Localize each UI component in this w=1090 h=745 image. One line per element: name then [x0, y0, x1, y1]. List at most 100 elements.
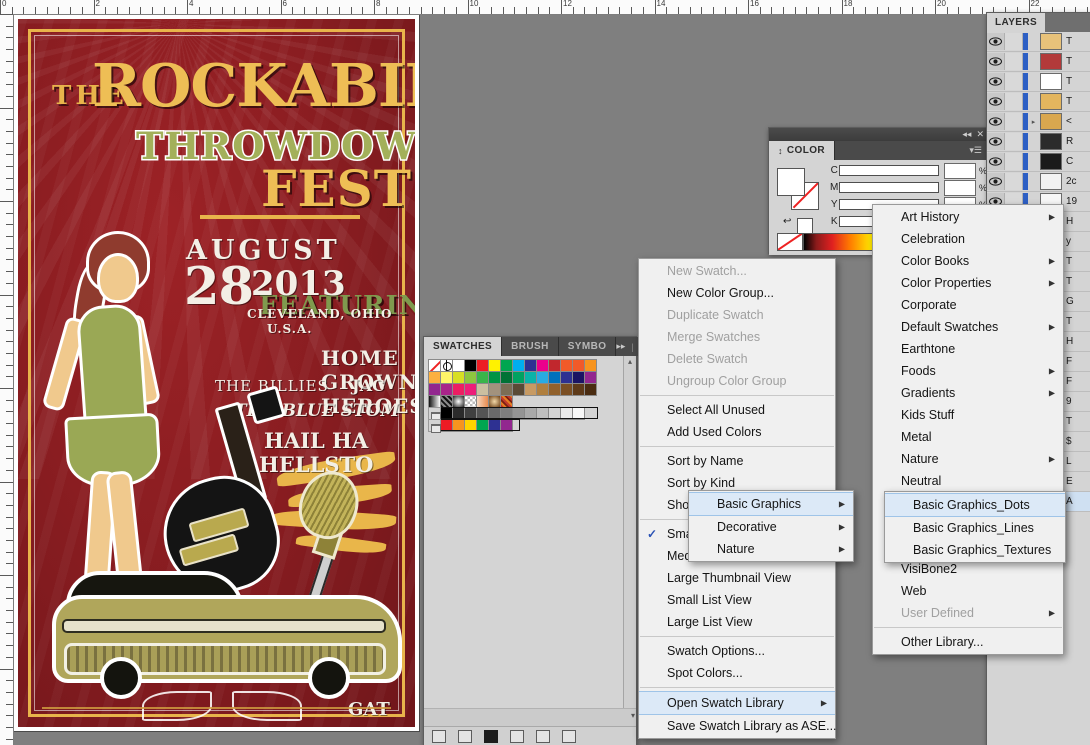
- lock-toggle[interactable]: [1005, 33, 1023, 50]
- menu-item[interactable]: Web: [873, 580, 1063, 602]
- menu-item[interactable]: New Color Group...: [639, 282, 835, 304]
- layer-row[interactable]: T: [987, 32, 1090, 52]
- slider-value-m[interactable]: [943, 179, 976, 196]
- menu-item[interactable]: Basic Graphics_Textures: [885, 539, 1065, 561]
- swatch-options-icon[interactable]: [484, 730, 498, 743]
- layer-row[interactable]: T: [987, 72, 1090, 92]
- menu-item[interactable]: Basic Graphics ▶: [689, 492, 853, 516]
- layer-row[interactable]: R: [987, 132, 1090, 152]
- color-slider-m[interactable]: M%: [829, 179, 987, 196]
- menu-item[interactable]: Earthtone: [873, 338, 1063, 360]
- swatch-color[interactable]: [584, 383, 597, 396]
- lock-toggle[interactable]: [1005, 93, 1023, 110]
- menu-item[interactable]: Art History ▶: [873, 206, 1063, 228]
- new-swatch-icon[interactable]: [536, 730, 550, 743]
- layer-row[interactable]: T: [987, 92, 1090, 112]
- menu-item[interactable]: Basic Graphics_Lines: [885, 517, 1065, 539]
- menu-item[interactable]: Small List View: [639, 589, 835, 611]
- layer-row[interactable]: T: [987, 52, 1090, 72]
- lock-toggle[interactable]: [1005, 153, 1023, 170]
- eye-icon[interactable]: [987, 173, 1005, 190]
- color-panel-titlebar[interactable]: ◂◂ ✕: [769, 128, 987, 141]
- fill-swatch[interactable]: [777, 168, 805, 196]
- white-swatch-shortcut[interactable]: [797, 218, 813, 234]
- none-color-swatch[interactable]: [777, 233, 803, 251]
- open-swatch-library-submenu[interactable]: Art History ▶ Celebration Color Books ▶ Color…: [872, 204, 1064, 655]
- menu-item[interactable]: Large Thumbnail View: [639, 567, 835, 589]
- menu-item[interactable]: Other Library...: [873, 631, 1063, 653]
- layer-row[interactable]: ▸ <: [987, 112, 1090, 132]
- menu-item[interactable]: Open Swatch Library ▶: [639, 691, 835, 715]
- fill-stroke-indicator[interactable]: [777, 168, 821, 212]
- eye-icon[interactable]: [987, 133, 1005, 150]
- swatch-libraries-menu-icon[interactable]: [432, 730, 446, 743]
- swatches-scrollbar[interactable]: ▴: [623, 356, 636, 728]
- panel-menu-icon[interactable]: ▾☰: [969, 145, 982, 156]
- swatch-color[interactable]: [572, 407, 585, 420]
- chevron-right-icon[interactable]: ▸: [1028, 118, 1039, 126]
- basic-graphics-submenu[interactable]: Basic Graphics_Dots Basic Graphics_Lines B…: [884, 491, 1066, 563]
- tab-layers[interactable]: LAYERS: [987, 13, 1046, 32]
- menu-item[interactable]: Large List View: [639, 611, 835, 633]
- menu-item[interactable]: Color Properties ▶: [873, 272, 1063, 294]
- horizontal-ruler[interactable]: 0 2 4 6 8 10 12 14 16 18 20 22: [0, 0, 1090, 15]
- eye-icon[interactable]: [987, 53, 1005, 70]
- menu-item[interactable]: Foods ▶: [873, 360, 1063, 382]
- last-color-icon[interactable]: ↩: [783, 216, 791, 227]
- lock-toggle[interactable]: [1005, 113, 1023, 130]
- swatch-registration[interactable]: [440, 359, 453, 372]
- slider-track-c[interactable]: [839, 165, 939, 176]
- swatch-grid[interactable]: [424, 356, 636, 433]
- eye-icon[interactable]: [987, 153, 1005, 170]
- delete-swatch-icon[interactable]: [562, 730, 576, 743]
- scroll-down-icon[interactable]: ▾: [631, 711, 635, 720]
- menu-item[interactable]: Decorative ▶: [689, 516, 853, 538]
- menu-item[interactable]: Swatch Options...: [639, 640, 835, 662]
- menu-item[interactable]: Nature ▶: [689, 538, 853, 560]
- menu-item[interactable]: Celebration: [873, 228, 1063, 250]
- eye-icon[interactable]: [987, 73, 1005, 90]
- tab-brushes[interactable]: BRUSH: [502, 337, 559, 356]
- artboard[interactable]: THE ROCKABILLY THROWDOWN FEST FEATURING …: [14, 15, 419, 731]
- expand-icon[interactable]: ▸▸: [616, 341, 625, 352]
- color-group-folder-icon[interactable]: [428, 419, 441, 433]
- patterns-submenu[interactable]: Basic Graphics ▶ Decorative ▶ Nature ▶: [688, 490, 854, 562]
- menu-item[interactable]: Default Swatches ▶: [873, 316, 1063, 338]
- menu-item[interactable]: Gradients ▶: [873, 382, 1063, 404]
- lock-toggle[interactable]: [1005, 173, 1023, 190]
- tab-swatches[interactable]: SWATCHES: [424, 337, 503, 356]
- swatch-color[interactable]: [500, 419, 513, 432]
- lock-toggle[interactable]: [1005, 53, 1023, 70]
- show-swatch-kinds-menu-icon[interactable]: [458, 730, 472, 743]
- collapse-icon[interactable]: ◂◂: [962, 130, 971, 139]
- color-slider-c[interactable]: C%: [829, 162, 987, 179]
- menu-item[interactable]: Color Books ▶: [873, 250, 1063, 272]
- swatches-body[interactable]: ▴ ▾: [424, 356, 636, 745]
- menu-item[interactable]: Nature ▶: [873, 448, 1063, 470]
- tab-color[interactable]: ↕ COLOR: [769, 141, 836, 160]
- eye-icon[interactable]: [987, 93, 1005, 110]
- vertical-ruler[interactable]: [0, 14, 14, 745]
- menu-item[interactable]: Corporate: [873, 294, 1063, 316]
- layer-row[interactable]: C: [987, 152, 1090, 172]
- eye-icon[interactable]: [987, 113, 1005, 130]
- layer-row[interactable]: 2c: [987, 172, 1090, 192]
- menu-item[interactable]: Spot Colors...: [639, 662, 835, 684]
- menu-item[interactable]: Basic Graphics_Dots: [885, 493, 1065, 517]
- close-icon[interactable]: ✕: [976, 130, 984, 139]
- tab-symbols[interactable]: SYMBO: [558, 337, 617, 356]
- menu-item[interactable]: Metal: [873, 426, 1063, 448]
- menu-item[interactable]: Sort by Name: [639, 450, 835, 472]
- menu-item[interactable]: Select All Unused: [639, 399, 835, 421]
- menu-item[interactable]: Save Swatch Library as ASE...: [639, 715, 837, 737]
- menu-item[interactable]: Neutral: [873, 470, 1063, 492]
- menu-item[interactable]: Add Used Colors: [639, 421, 835, 443]
- slider-value-c[interactable]: [943, 162, 976, 179]
- swatches-panel[interactable]: SWATCHES BRUSH SYMBO ▸▸ | ▾☰ ▴ ▾: [423, 336, 658, 745]
- menu-item[interactable]: Kids Stuff: [873, 404, 1063, 426]
- slider-track-m[interactable]: [839, 182, 939, 193]
- new-color-group-icon[interactable]: [510, 730, 524, 743]
- scroll-up-icon[interactable]: ▴: [624, 356, 636, 368]
- poster-artwork[interactable]: THE ROCKABILLY THROWDOWN FEST FEATURING …: [18, 19, 415, 727]
- eye-icon[interactable]: [987, 33, 1005, 50]
